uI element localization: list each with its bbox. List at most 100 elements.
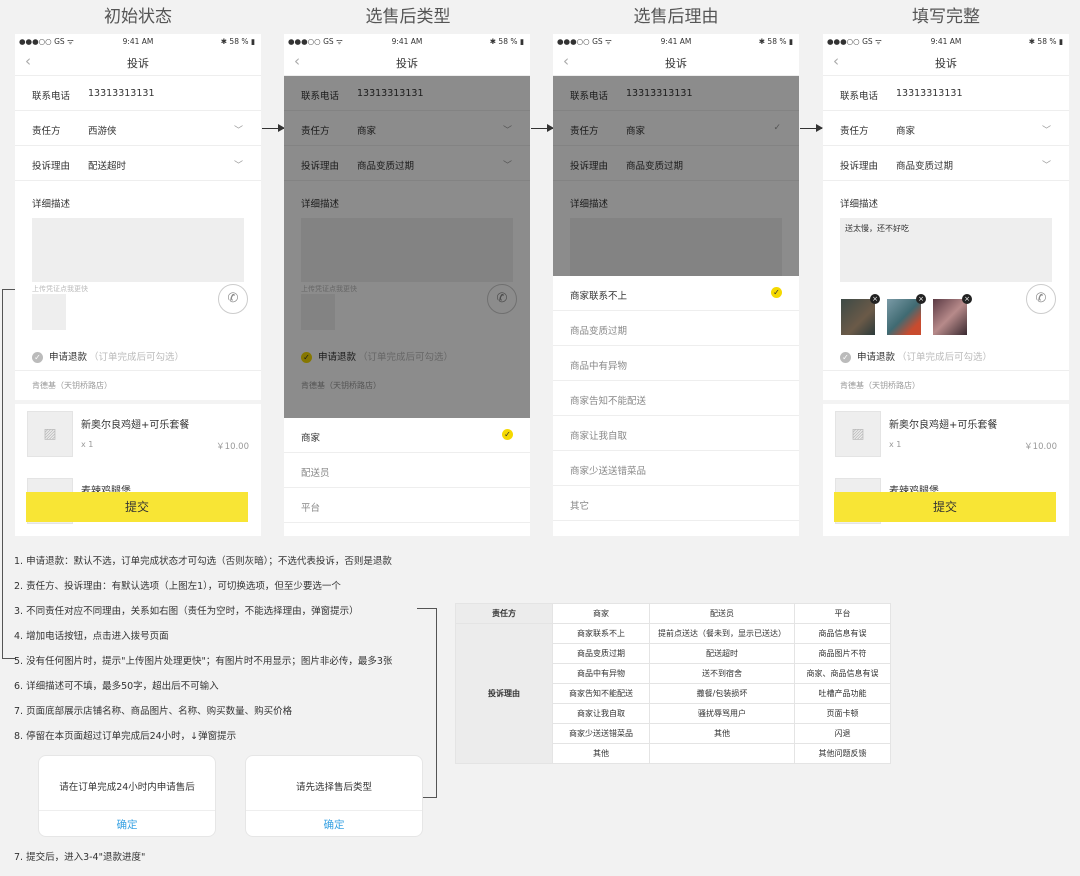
page-title: 投诉 [935,57,957,70]
modal-overlay[interactable] [284,76,530,418]
submit-button[interactable]: 提交 [26,492,248,522]
reason-label: 投诉理由 [32,161,71,172]
reason-option[interactable]: 商家让我自取 [553,416,799,451]
modal-overlay[interactable] [553,76,799,276]
dialog-message: 请在订单完成24小时内申请售后 [59,782,195,793]
reason-option[interactable]: 商家少送送错菜品 [553,451,799,486]
check-icon: ✓ [502,429,513,440]
refund-note: （订单完成后可勾选） [897,352,993,363]
reason-option-label: 商品中有异物 [570,361,628,372]
confirm-button[interactable]: 确定 [246,810,422,838]
detail-label: 详细描述 [840,199,879,210]
close-icon[interactable]: × [916,294,926,304]
submit-button[interactable]: 提交 [834,492,1056,522]
phone-value: 13313313131 [88,88,155,99]
phone-row: 联系电话 13313313131 [823,76,1069,111]
detail-textarea[interactable]: 送太慢，还不好吃 [840,218,1052,282]
status-bar: ●●●○○ GS ᯤ 9:41 AM ✱ 58 % ▮ [284,34,530,48]
refund-checkbox[interactable]: ✓ 申请退款 （订单完成后可勾选） [32,349,184,363]
flow-arrow [531,124,554,132]
phone-call-button[interactable]: ✆ [1026,284,1056,314]
reason-option-label: 商家少送送错菜品 [570,466,647,477]
refund-label: 申请退款 [49,352,88,363]
reason-picker-sheet: 商家联系不上 ✓ 商品变质过期 商品中有异物 商家告知不能配送 商家让我自取 商家… [553,276,799,521]
refund-checkbox[interactable]: ✓ 申请退款 （订单完成后可勾选） [840,349,992,363]
reason-select[interactable]: 投诉理由 商品变质过期 ﹀ [823,146,1069,181]
alert-dialog: 请先选择售后类型 确定 [245,755,423,837]
close-icon[interactable]: × [870,294,880,304]
flow-canvas: { "stages": ["初始状态","选售后类型","选售后理由","填写完… [0,0,1080,876]
detail-textarea[interactable] [32,218,244,282]
note-item: 7. 提交后，进入3-4"退款进度" [14,852,146,863]
phone-icon: ✆ [227,291,239,306]
phone-call-button[interactable]: ✆ [218,284,248,314]
refund-label: 申请退款 [857,352,896,363]
image-icon: ▨ [835,411,881,457]
phone-label: 联系电话 [32,91,71,102]
party-reason-table: 责任方 商家 配送员 平台 投诉理由 商家联系不上 提前点送达（餐未到，显示已送达… [455,603,891,764]
status-bar: ●●●○○ GS ᯤ 9:41 AM ✱ 58 % ▮ [553,34,799,48]
table-cell: 页面卡顿 [794,703,891,724]
party-select[interactable]: 责任方 西游侠 ﹀ [15,111,261,146]
battery-indicator: ✱ 58 % ▮ [758,37,793,46]
table-cell [649,743,795,764]
flow-arrow [800,124,823,132]
table-col: 平台 [794,603,891,624]
refund-note: （订单完成后可勾选） [89,352,185,363]
party-select[interactable]: 责任方 商家 ﹀ [823,111,1069,146]
stage-title-type: 选售后类型 [365,7,451,27]
reason-option[interactable]: 商品中有异物 [553,346,799,381]
reason-option-label: 其它 [570,501,590,512]
table-row: 投诉理由 商家联系不上 提前点送达（餐未到，显示已送达） 商品信息有误 [455,623,891,764]
reason-option-label: 商品变质过期 [570,326,628,337]
party-label: 责任方 [840,126,869,137]
table-col: 商家 [552,603,650,624]
type-option[interactable]: 平台 [284,488,530,523]
confirm-button[interactable]: 确定 [39,810,215,838]
uploaded-photo: × [841,294,880,335]
reason-option[interactable]: 商家告知不能配送 [553,381,799,416]
goods-qty: x 1 [81,440,94,449]
table-cell: 提前点送达（餐未到，显示已送达） [649,623,795,644]
reason-option[interactable]: 商品变质过期 [553,311,799,346]
check-icon: ✓ [32,352,43,363]
type-option-label: 配送员 [301,468,330,479]
table-cell: 商家告知不能配送 [552,683,650,704]
party-value: 商家 [896,126,916,137]
table-cell: 商家让我自取 [552,703,650,724]
divider [15,400,261,404]
phone-complete: ●●●○○ GS ᯤ 9:41 AM ✱ 58 % ▮ ‹ 投诉 联系电话 133133… [823,34,1069,536]
note-item: 3. 不同责任对应不同理由，关系如右图（责任为空时，不能选择理由，弹窗提示） [14,606,359,617]
reason-select[interactable]: 投诉理由 配送超时 ﹀ [15,146,261,181]
close-icon[interactable]: × [962,294,972,304]
check-icon: ✓ [840,352,851,363]
table-cell: 配送超时 [649,643,795,664]
table-cell: 其他 [552,743,650,764]
type-option[interactable]: 商家 ✓ [284,418,530,453]
table-cell: 吐槽产品功能 [794,683,891,704]
reason-value: 商品变质过期 [896,161,954,172]
battery-indicator: ✱ 58 % ▮ [489,37,524,46]
goods-price: ￥10.00 [216,442,249,452]
phone-label: 联系电话 [840,91,879,102]
reason-option[interactable]: 其它 [553,486,799,521]
type-option[interactable]: 配送员 [284,453,530,488]
stage-title-initial: 初始状态 [104,7,172,27]
divider [823,400,1069,404]
party-value: 西游侠 [88,126,117,137]
goods-name: 新奥尔良鸡翅+可乐套餐 [889,420,998,431]
flow-arrow [262,124,285,132]
reason-option[interactable]: 商家联系不上 ✓ [553,276,799,311]
upload-image-button[interactable] [32,294,66,330]
type-option-label: 商家 [301,433,321,444]
note-item: 1. 申请退款：默认不选，订单完成状态才可勾选（否则灰暗）；不选代表投诉，否则是… [14,556,392,567]
stage-title-complete: 填写完整 [912,7,980,27]
note-item: 4. 增加电话按钮，点击进入拨号页面 [14,631,169,642]
stage-title-reason: 选售后理由 [633,7,719,27]
upload-hint: 上传凭证点我更快 [32,285,88,293]
reason-option-label: 商家联系不上 [570,291,628,302]
reason-label: 投诉理由 [840,161,879,172]
table-col: 配送员 [649,603,795,624]
table-cell: 送不到宿舍 [649,663,795,684]
table-cell: 骚扰辱骂用户 [649,703,795,724]
